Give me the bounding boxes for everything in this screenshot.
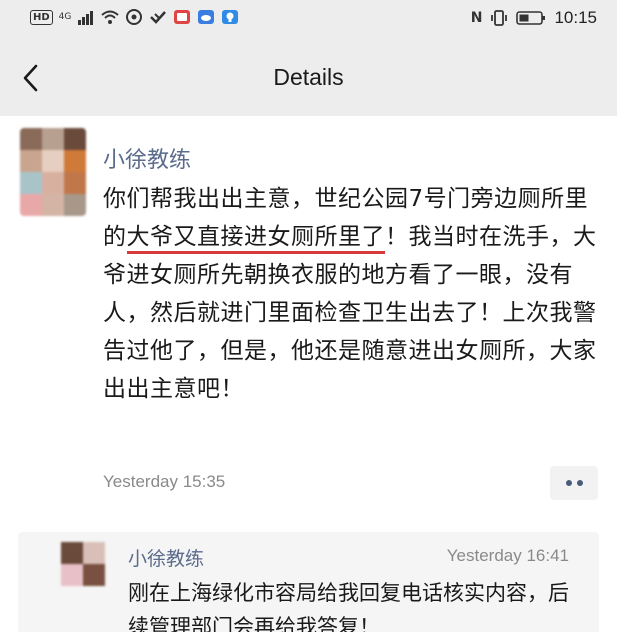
moment-post: 小徐教练 你们帮我出出主意，世纪公园7号门旁边厕所里的大爷又直接进女厕所里了！我… bbox=[0, 116, 617, 516]
battery-icon bbox=[516, 11, 546, 25]
signal-label: 4G bbox=[58, 12, 72, 22]
hd-badge: HD bbox=[30, 9, 53, 25]
vpn-icon bbox=[126, 9, 143, 25]
post-text-underlined: 大爷又直接进女厕所里了 bbox=[126, 224, 385, 254]
post-text: 你们帮我出出主意，世纪公园7号门旁边厕所里的大爷又直接进女厕所里了！我当时在洗手… bbox=[103, 180, 597, 408]
checkmark-icon bbox=[150, 11, 167, 24]
dot-icon bbox=[576, 480, 583, 486]
wifi-icon bbox=[101, 10, 120, 24]
comment-author-name[interactable]: 小徐教练 bbox=[128, 544, 204, 571]
more-options-button[interactable] bbox=[550, 466, 598, 500]
dot-icon bbox=[565, 480, 572, 486]
status-right: N 10:15 bbox=[471, 8, 597, 28]
cloud-icon bbox=[198, 10, 215, 24]
status-time: 10:15 bbox=[554, 8, 597, 27]
red-app-icon bbox=[174, 10, 191, 24]
comment-timestamp: Yesterday 16:41 bbox=[446, 546, 569, 565]
status-left: HD 4G bbox=[30, 8, 239, 26]
status-bar: HD 4G N 10:15 bbox=[0, 0, 617, 40]
post-avatar[interactable] bbox=[20, 128, 86, 216]
comment-item[interactable]: 小徐教练 Yesterday 16:41 刚在上海绿化市容局给我回复电话核实内容… bbox=[18, 532, 599, 632]
post-timestamp: Yesterday 15:35 bbox=[103, 472, 226, 491]
bulb-icon bbox=[222, 10, 239, 24]
nav-bar: Details bbox=[0, 40, 617, 116]
vibrate-icon bbox=[491, 10, 508, 26]
comments-section: 小徐教练 Yesterday 16:41 刚在上海绿化市容局给我回复电话核实内容… bbox=[0, 516, 617, 632]
comment-text: 刚在上海绿化市容局给我回复电话核实内容，后续管理部门会再给我答复！ bbox=[128, 581, 569, 632]
comment-avatar[interactable] bbox=[61, 542, 105, 586]
nfc-icon: N bbox=[470, 10, 483, 26]
signal-icon bbox=[78, 11, 94, 25]
page-title: Details bbox=[273, 64, 344, 90]
post-author-name[interactable]: 小徐教练 bbox=[103, 142, 191, 174]
